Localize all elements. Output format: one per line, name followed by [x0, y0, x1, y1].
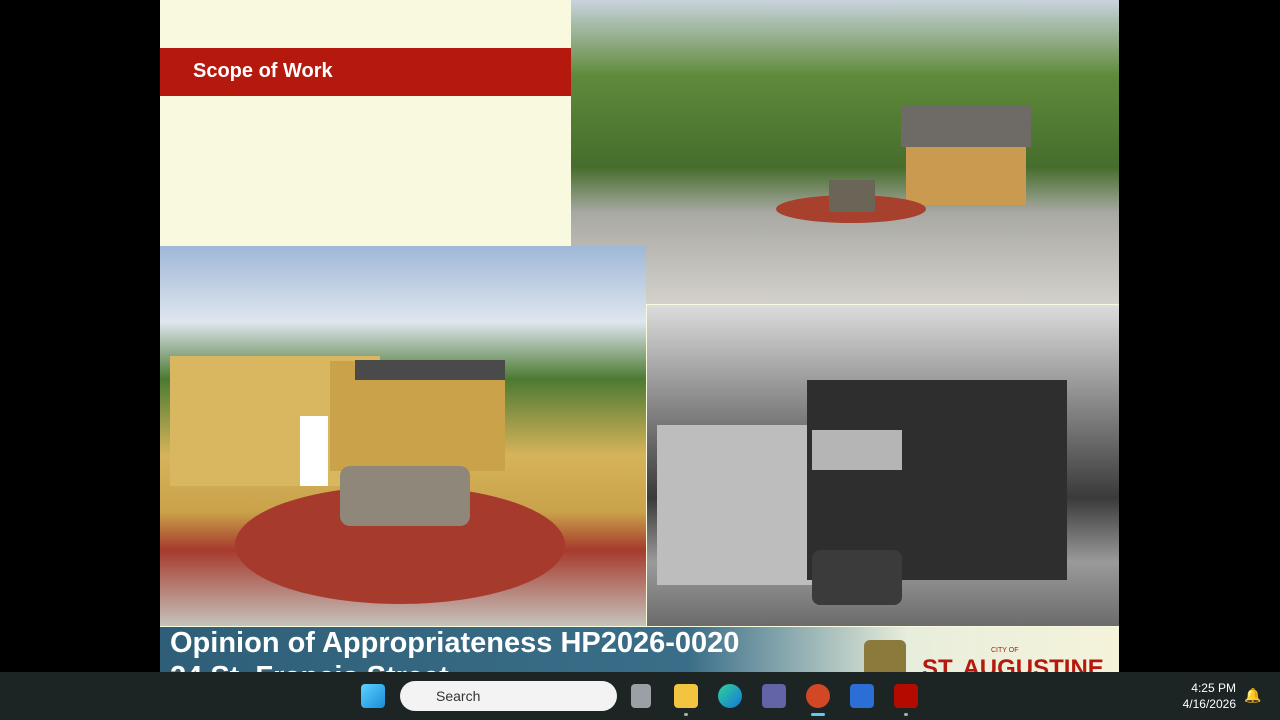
word-icon[interactable] [850, 684, 874, 708]
task-view-icon[interactable] [631, 684, 651, 708]
running-indicator [684, 713, 688, 716]
notification-bell-icon[interactable]: 🔔 [1244, 687, 1261, 704]
banner-title: Opinion of Appropriateness HP2026-0020 [170, 627, 740, 659]
footer-banner: Opinion of Appropriateness HP2026-0020 2… [160, 627, 1119, 672]
teams-icon[interactable] [762, 684, 786, 708]
start-icon[interactable] [361, 684, 385, 708]
photo-courtyard-well [571, 0, 1119, 304]
active-app-indicator [811, 713, 825, 716]
powerpoint-icon[interactable] [806, 684, 830, 708]
banner-subtitle: 24 St. Francis Street [170, 661, 449, 672]
logo-city-name: ST. AUGUSTINE [922, 655, 1104, 672]
taskbar-search[interactable]: Search [400, 681, 617, 711]
clock-time: 4:25 PM [1191, 681, 1236, 695]
acrobat-icon[interactable] [894, 684, 918, 708]
system-clock[interactable]: 4:25 PM 4/16/2026 [1183, 680, 1236, 712]
edge-icon[interactable] [718, 684, 742, 708]
presentation-slide: Scope of Work Opinion of Appropriateness… [160, 0, 1119, 672]
logo-city-label: CITY OF [991, 647, 1019, 654]
clock-date: 4/16/2026 [1182, 697, 1236, 711]
photo-historic-bw [647, 305, 1119, 626]
section-title: Scope of Work [160, 48, 571, 96]
city-crest-logo [864, 640, 906, 672]
running-indicator [904, 713, 908, 716]
file-explorer-icon[interactable] [674, 684, 698, 708]
photo-house-well-color [160, 246, 646, 626]
title-panel: Scope of Work [160, 0, 571, 246]
